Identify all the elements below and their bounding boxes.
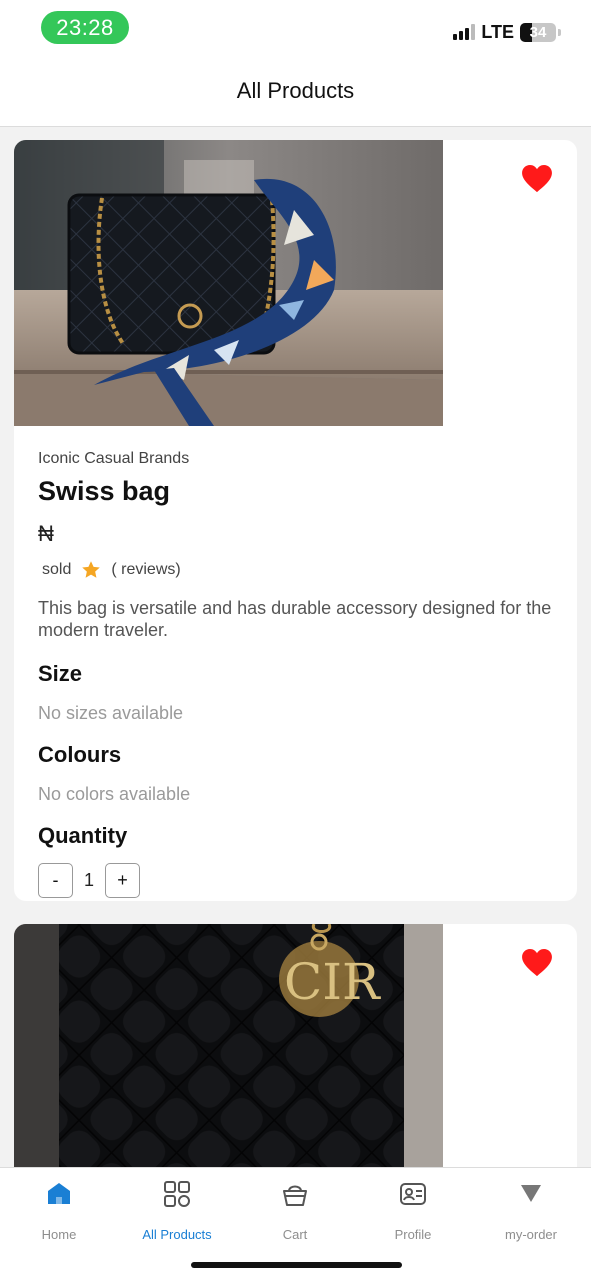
status-bar: 23:28 LTE 34: [0, 0, 591, 56]
network-label: LTE: [481, 21, 514, 42]
product-card[interactable]: Iconic Casual Brands Swiss bag ₦ sold ( …: [14, 140, 577, 901]
page-header: All Products: [0, 56, 591, 127]
tab-profile-label: Profile: [394, 1227, 432, 1242]
tab-cart[interactable]: Cart: [236, 1180, 354, 1242]
colours-heading: Colours: [38, 742, 122, 767]
tab-home[interactable]: Home: [0, 1180, 118, 1242]
size-value: No sizes available: [38, 703, 184, 723]
tab-profile[interactable]: Profile: [354, 1180, 472, 1242]
triangle-down-icon: [521, 1185, 541, 1202]
product-description: This bag is versatile and has durable ac…: [38, 598, 552, 640]
page-title: All Products: [236, 78, 355, 103]
tab-my-order[interactable]: my-order: [472, 1180, 590, 1242]
reviews-label: ( reviews): [111, 561, 181, 578]
favorite-heart-icon[interactable]: [522, 949, 552, 977]
colours-value: No colors available: [38, 784, 191, 804]
product-image[interactable]: [14, 140, 443, 426]
grid-icon: [164, 1181, 190, 1207]
product-stats: sold ( reviews): [38, 560, 553, 580]
star-icon: [82, 561, 101, 578]
product-list[interactable]: Iconic Casual Brands Swiss bag ₦ sold ( …: [0, 127, 591, 1167]
product-image[interactable]: CIR: [14, 924, 443, 1167]
status-indicators: LTE 34: [453, 20, 561, 44]
tab-my-order-label: my-order: [504, 1227, 557, 1242]
tab-cart-label: Cart: [282, 1227, 308, 1242]
tab-home-label: Home: [41, 1227, 77, 1242]
sold-label: sold: [42, 561, 72, 578]
id-card-icon: [400, 1183, 426, 1205]
tab-all-products[interactable]: All Products: [118, 1180, 236, 1242]
status-time: 23:28: [41, 11, 129, 44]
product-title: Swiss bag: [38, 476, 171, 506]
svg-text:CIR: CIR: [284, 953, 381, 1011]
product-price: ₦: [38, 521, 54, 546]
signal-icon: [453, 24, 476, 40]
product-brand: Iconic Casual Brands: [38, 450, 190, 467]
battery-percent: 34: [529, 23, 547, 41]
quantity-heading: Quantity: [38, 823, 128, 848]
product-card[interactable]: CIR: [14, 924, 577, 1167]
home-indicator[interactable]: [191, 1262, 402, 1268]
product-details: Iconic Casual Brands Swiss bag ₦ sold ( …: [38, 450, 553, 898]
quantity-stepper: - 1 +: [38, 863, 553, 898]
quantity-value: 1: [83, 870, 94, 890]
decrease-quantity-button[interactable]: -: [38, 863, 73, 898]
favorite-heart-icon[interactable]: [522, 165, 552, 193]
basket-icon: [283, 1185, 307, 1206]
home-icon: [48, 1183, 70, 1204]
size-heading: Size: [38, 661, 83, 686]
tab-all-products-label: All Products: [142, 1227, 212, 1242]
increase-quantity-button[interactable]: +: [105, 863, 140, 898]
battery-icon: 34: [520, 22, 556, 42]
